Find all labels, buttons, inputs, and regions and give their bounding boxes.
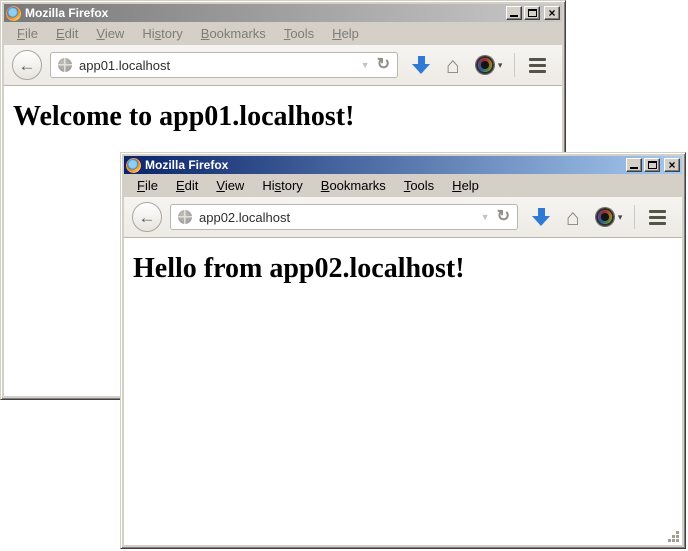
titlebar-buttons: ×	[626, 158, 680, 172]
hamburger-icon	[649, 210, 666, 213]
menubar: File Edit View History Bookmarks Tools H…	[124, 174, 682, 197]
globe-icon	[178, 210, 192, 224]
app-menu-button[interactable]	[647, 208, 668, 227]
window-title: Mozilla Firefox	[145, 159, 622, 171]
url-bar[interactable]: app01.localhost ▼ ↻	[50, 52, 398, 78]
reload-button[interactable]: ↻	[377, 57, 390, 73]
resize-grip[interactable]	[666, 529, 681, 544]
hamburger-icon	[649, 222, 666, 225]
page-heading: Hello from app02.localhost!	[133, 253, 682, 285]
menu-file[interactable]: File	[128, 176, 167, 195]
url-bar[interactable]: app02.localhost ▼ ↻	[170, 204, 518, 230]
menu-tools[interactable]: Tools	[275, 24, 323, 43]
navigation-toolbar: ← app02.localhost ▼ ↻ ⌂ ▾	[124, 197, 682, 238]
page-heading: Welcome to app01.localhost!	[13, 101, 562, 133]
lens-icon	[476, 56, 494, 74]
page-content: Hello from app02.localhost!	[124, 238, 682, 545]
hamburger-icon	[529, 58, 546, 61]
home-button[interactable]: ⌂	[566, 207, 580, 228]
reload-button[interactable]: ↻	[497, 209, 510, 225]
menu-tools[interactable]: Tools	[395, 176, 443, 195]
menubar: File Edit View History Bookmarks Tools H…	[4, 22, 562, 45]
maximize-button[interactable]	[644, 158, 660, 172]
home-button[interactable]: ⌂	[446, 55, 460, 76]
menu-file[interactable]: File	[8, 24, 47, 43]
minimize-icon	[510, 15, 518, 17]
menu-history[interactable]: History	[133, 24, 191, 43]
hamburger-icon	[529, 70, 546, 73]
download-arrowhead-icon	[412, 64, 430, 74]
chevron-down-icon: ▾	[618, 213, 623, 222]
back-button[interactable]: ←	[132, 202, 162, 232]
download-arrowhead-icon	[532, 216, 550, 226]
maximize-button[interactable]	[524, 6, 540, 20]
minimize-button[interactable]	[626, 158, 642, 172]
menu-view[interactable]: View	[207, 176, 253, 195]
url-text[interactable]: app01.localhost	[79, 58, 354, 73]
download-icon	[538, 208, 545, 216]
firefox-window-app02[interactable]: Mozilla Firefox × File Edit View History…	[120, 152, 686, 549]
lens-icon	[596, 208, 614, 226]
titlebar-buttons: ×	[506, 6, 560, 20]
minimize-button[interactable]	[506, 6, 522, 20]
download-button[interactable]	[532, 208, 550, 226]
app-menu-button[interactable]	[527, 56, 548, 75]
window-title: Mozilla Firefox	[25, 7, 502, 19]
hamburger-icon	[649, 216, 666, 219]
menu-bookmarks[interactable]: Bookmarks	[192, 24, 275, 43]
chevron-down-icon: ▾	[498, 61, 503, 70]
menu-view[interactable]: View	[87, 24, 133, 43]
firefox-icon	[6, 6, 21, 21]
maximize-icon	[528, 9, 537, 17]
menu-bookmarks[interactable]: Bookmarks	[312, 176, 395, 195]
toolbar-separator	[634, 205, 635, 229]
menu-help[interactable]: Help	[443, 176, 488, 195]
close-button[interactable]: ×	[544, 6, 560, 20]
download-icon	[418, 56, 425, 64]
menu-edit[interactable]: Edit	[167, 176, 207, 195]
menu-history[interactable]: History	[253, 176, 311, 195]
download-button[interactable]	[412, 56, 430, 74]
menu-help[interactable]: Help	[323, 24, 368, 43]
toolbar-separator	[514, 53, 515, 77]
search-engine-button[interactable]: ▾	[596, 208, 623, 226]
close-button[interactable]: ×	[664, 158, 680, 172]
globe-icon	[58, 58, 72, 72]
url-text[interactable]: app02.localhost	[199, 210, 474, 225]
urlbar-dropdown-icon[interactable]: ▼	[361, 61, 370, 70]
maximize-icon	[648, 161, 657, 169]
minimize-icon	[630, 167, 638, 169]
urlbar-dropdown-icon[interactable]: ▼	[481, 213, 490, 222]
titlebar[interactable]: Mozilla Firefox ×	[124, 156, 682, 174]
firefox-icon	[126, 158, 141, 173]
menu-edit[interactable]: Edit	[47, 24, 87, 43]
search-engine-button[interactable]: ▾	[476, 56, 503, 74]
titlebar[interactable]: Mozilla Firefox ×	[4, 4, 562, 22]
hamburger-icon	[529, 64, 546, 67]
navigation-toolbar: ← app01.localhost ▼ ↻ ⌂ ▾	[4, 45, 562, 86]
back-button[interactable]: ←	[12, 50, 42, 80]
